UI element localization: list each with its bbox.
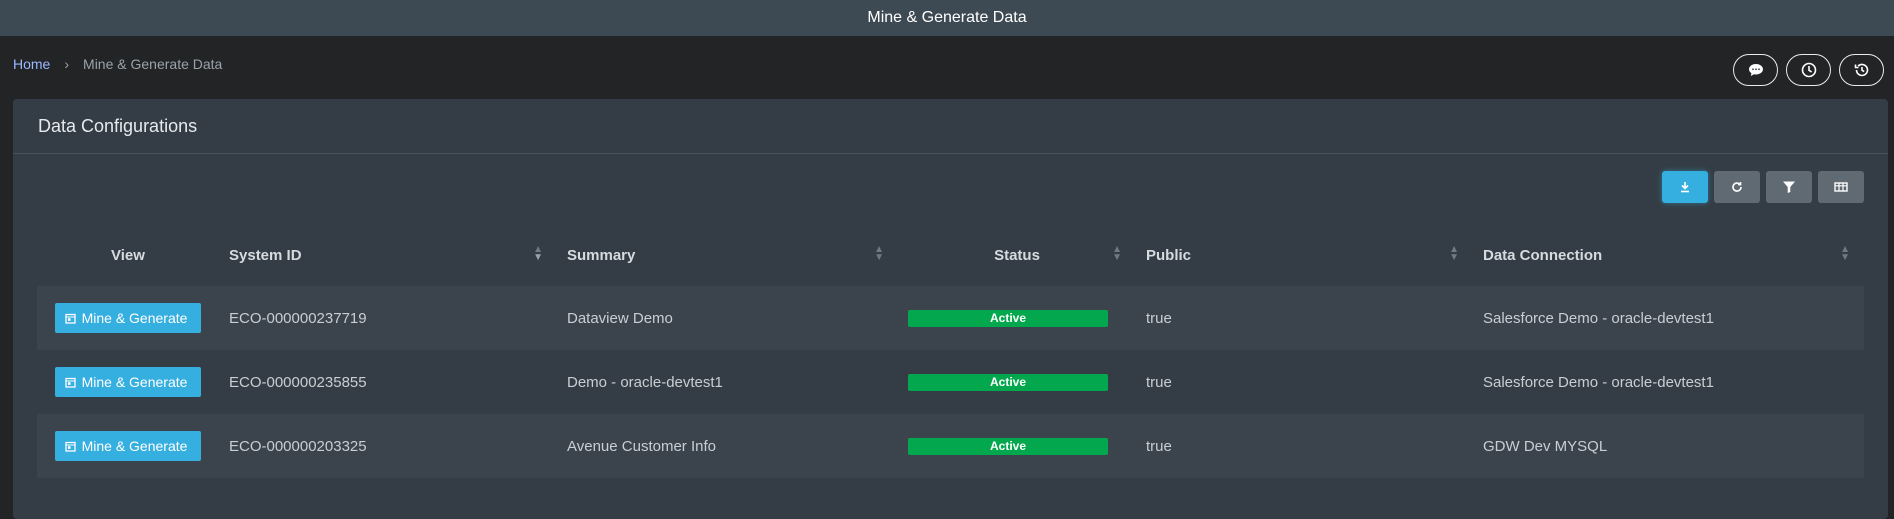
breadcrumb: Home › Mine & Generate Data: [13, 56, 222, 72]
cell-summary: Demo - oracle-devtest1: [557, 350, 898, 414]
mine-generate-button[interactable]: Mine & Generate: [54, 367, 202, 397]
cell-system-id: ECO-000000203325: [219, 414, 557, 478]
columns-icon: [1834, 182, 1848, 192]
subheader: Home › Mine & Generate Data: [0, 36, 1894, 98]
header-public[interactable]: Public ▲ ▼: [1136, 224, 1473, 286]
card-header: Data Configurations: [13, 99, 1888, 154]
refresh-button[interactable]: [1714, 171, 1760, 203]
clock-button[interactable]: [1786, 54, 1831, 86]
clock-icon: [1801, 62, 1816, 78]
table-row: Mine & Generate ECO-000000235855 Demo - …: [37, 350, 1864, 414]
calendar-icon: [64, 441, 76, 452]
chat-icon: [1748, 64, 1763, 76]
header-view: View: [111, 246, 145, 264]
download-button[interactable]: [1662, 171, 1708, 203]
calendar-icon: [64, 377, 76, 388]
cell-public: true: [1136, 350, 1473, 414]
data-configurations-table: View System ID ▲ ▼ Summary ▲ ▼ Status ▲ ▼ P…: [37, 224, 1864, 478]
history-icon: [1854, 63, 1868, 77]
cell-public: true: [1136, 286, 1473, 350]
header-data-connection[interactable]: Data Connection ▲ ▼: [1473, 224, 1864, 286]
cell-public: true: [1136, 414, 1473, 478]
data-configurations-card: Data Configurations View System ID ▲ ▼ S…: [13, 99, 1888, 519]
table-row: Mine & Generate ECO-000000203325 Avenue …: [37, 414, 1864, 478]
mine-generate-button[interactable]: Mine & Generate: [54, 431, 202, 461]
sort-icon[interactable]: ▲ ▼: [1840, 245, 1850, 263]
table-header-row: View System ID ▲ ▼ Summary ▲ ▼ Status ▲ ▼ P…: [37, 224, 1864, 286]
status-badge: Active: [908, 438, 1108, 455]
chat-button[interactable]: [1733, 54, 1778, 86]
cell-system-id: ECO-000000237719: [219, 286, 557, 350]
sort-icon[interactable]: ▲ ▼: [533, 245, 543, 263]
cell-system-id: ECO-000000235855: [219, 350, 557, 414]
breadcrumb-current: Mine & Generate Data: [83, 56, 223, 72]
filter-icon: [1783, 181, 1795, 193]
status-badge: Active: [908, 374, 1108, 391]
history-button[interactable]: [1839, 54, 1884, 86]
top-actions: [1733, 54, 1884, 86]
cell-summary: Dataview Demo: [557, 286, 898, 350]
app-title: Mine & Generate Data: [867, 9, 1027, 26]
breadcrumb-home-link[interactable]: Home: [13, 56, 50, 72]
table-row: Mine & Generate ECO-000000237719 Datavie…: [37, 286, 1864, 350]
header-status[interactable]: Status ▲ ▼: [898, 224, 1136, 286]
header-summary[interactable]: Summary ▲ ▼: [557, 224, 898, 286]
sort-icon[interactable]: ▲ ▼: [1449, 245, 1459, 263]
card-title: Data Configurations: [38, 115, 198, 136]
status-badge: Active: [908, 310, 1108, 327]
calendar-icon: [64, 313, 76, 324]
cell-data-connection: Salesforce Demo - oracle-devtest1: [1473, 286, 1864, 350]
sort-icon[interactable]: ▲ ▼: [1112, 245, 1122, 263]
table-toolbar: [1662, 171, 1864, 203]
mine-generate-button[interactable]: Mine & Generate: [54, 303, 202, 333]
header-system-id[interactable]: System ID ▲ ▼: [219, 224, 557, 286]
sort-icon[interactable]: ▲ ▼: [874, 245, 884, 263]
cell-summary: Avenue Customer Info: [557, 414, 898, 478]
chevron-right-icon: ›: [64, 56, 70, 72]
cell-data-connection: GDW Dev MYSQL: [1473, 414, 1864, 478]
columns-button[interactable]: [1818, 171, 1864, 203]
app-title-bar: Mine & Generate Data: [0, 0, 1894, 36]
download-icon: [1681, 182, 1689, 193]
cell-data-connection: Salesforce Demo - oracle-devtest1: [1473, 350, 1864, 414]
filter-button[interactable]: [1766, 171, 1812, 203]
refresh-icon: [1732, 182, 1742, 192]
